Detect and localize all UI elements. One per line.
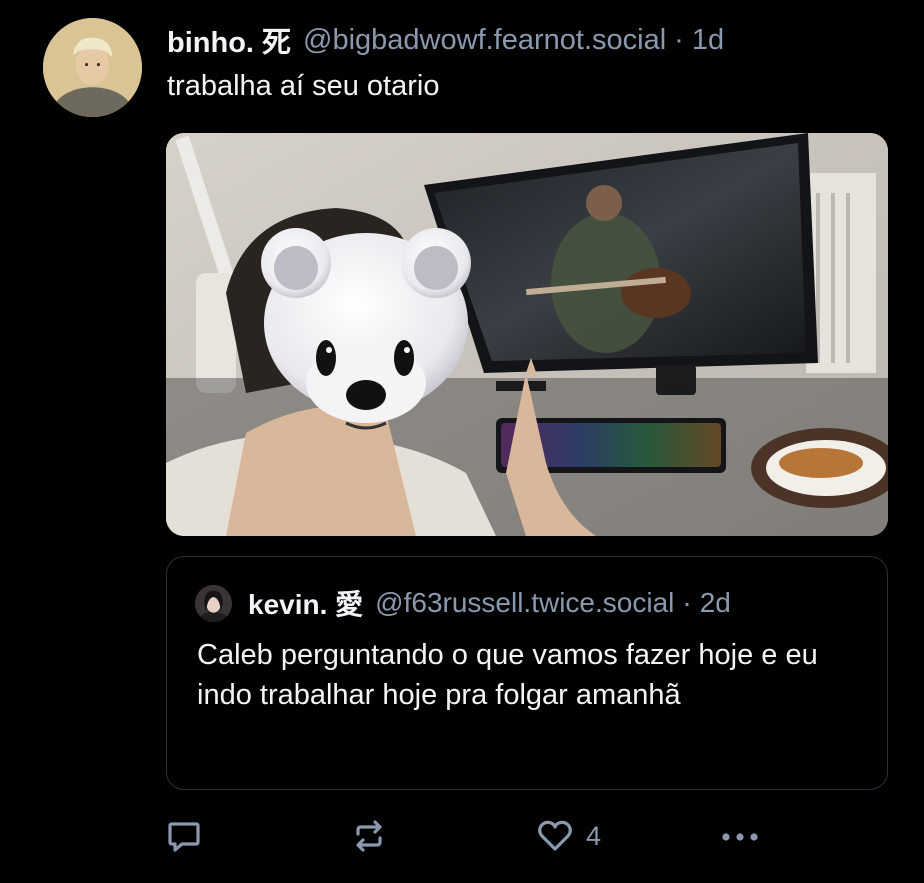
quoted-author-display-name[interactable]: kevin. 愛	[248, 583, 363, 623]
like-count: 4	[586, 820, 602, 851]
repost-icon	[356, 820, 382, 852]
quoted-post-header: kevin. 愛 @f63russell.twice.social · 2d	[195, 583, 731, 623]
quoted-post-timestamp[interactable]: 2d	[700, 587, 731, 619]
reply-button[interactable]	[165, 812, 203, 860]
like-button[interactable]: 4	[536, 812, 601, 860]
separator-dot: ·	[682, 587, 692, 618]
author-display-name[interactable]: binho. 死	[167, 19, 291, 61]
quoted-author-handle[interactable]: @f63russell.twice.social	[375, 587, 674, 619]
separator-dot: ·	[674, 23, 684, 56]
repost-button[interactable]	[350, 812, 388, 860]
post-card[interactable]: binho. 死 @bigbadwowf.fearnot.social · 1d…	[0, 0, 924, 883]
post-header: binho. 死 @bigbadwowf.fearnot.social · 1d	[167, 18, 724, 62]
post-image[interactable]	[166, 133, 888, 536]
quoted-post[interactable]: kevin. 愛 @f63russell.twice.social · 2d C…	[166, 556, 888, 790]
reply-icon	[168, 822, 200, 852]
quoted-post-text: Caleb perguntando o que vamos fazer hoje…	[197, 639, 818, 711]
author-avatar[interactable]	[43, 18, 142, 117]
heart-icon	[538, 820, 572, 851]
author-handle[interactable]: @bigbadwowf.fearnot.social	[303, 24, 666, 57]
more-icon	[722, 833, 758, 841]
avatar-photo-icon	[43, 18, 142, 117]
post-text: trabalha aí seu otario	[167, 70, 440, 102]
post-action-bar: 4	[0, 812, 924, 860]
more-options-button[interactable]	[718, 812, 762, 860]
avatar-photo-icon	[195, 584, 232, 622]
quoted-author-avatar[interactable]	[195, 584, 232, 622]
photo-image	[166, 133, 888, 536]
post-timestamp[interactable]: 1d	[692, 24, 724, 57]
